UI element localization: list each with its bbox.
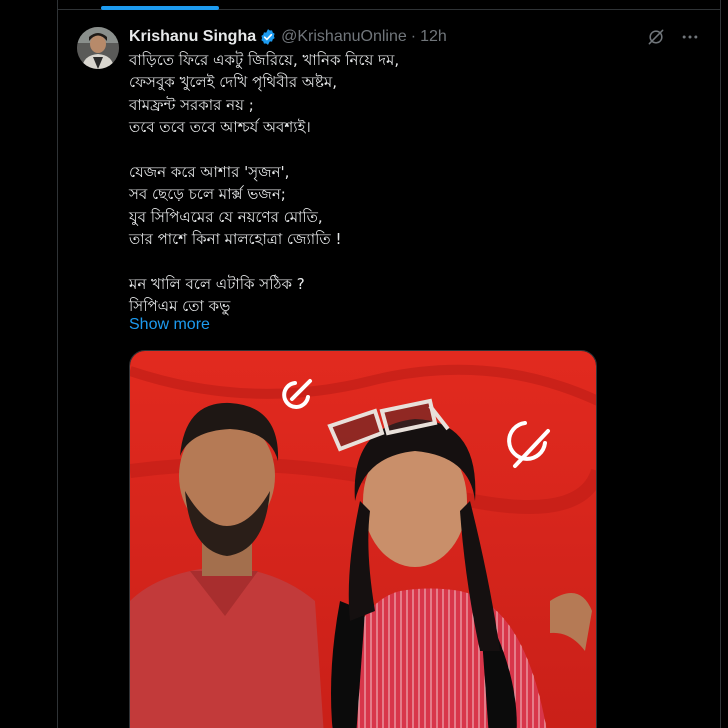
author-handle[interactable]: @KrishanuOnline [281,28,407,46]
tweet-text-line: সব ছেড়ে চলে মার্ক্স ভজন; [129,185,286,204]
tweet-actions [646,27,700,47]
grok-icon[interactable] [646,27,666,47]
timeline-column: Krishanu Singha @KrishanuOnline · 12h বা… [57,0,721,728]
tweet-text-line: বামফ্রন্ট সরকার নয় ; [129,95,254,114]
photo-image [130,351,596,728]
tweet-text-line: যেজন করে আশার 'সৃজন', [129,162,290,181]
tweet-text-line: মন খালি বলে এটাকি সঠিক ? [129,274,305,293]
show-more-link[interactable]: Show more [129,314,210,336]
avatar-image [77,27,119,69]
tweet-photo[interactable] [129,350,597,728]
active-tab-indicator [101,6,219,10]
tweet-text-line: বাড়িতে ফিরে একটু জিরিয়ে, খানিক নিয়ে দ… [129,51,400,69]
timestamp[interactable]: 12h [420,28,447,46]
tweet-text: বাড়িতে ফিরে একটু জিরিয়ে, খানিক নিয়ে দ… [129,49,589,318]
verified-badge-icon [259,28,277,46]
tweet-text-line: যুব সিপিএমের যে নয়ণের মোতি, [129,207,323,226]
author-name[interactable]: Krishanu Singha [129,28,256,46]
tweet-text-line: তার পাশে কিনা মালহোত্রা জ্যোতি ! [129,230,342,249]
app-frame: Krishanu Singha @KrishanuOnline · 12h বা… [0,0,728,728]
separator-dot: · [410,28,417,45]
tweet-text-line: ফেসবুক খুলেই দেখি পৃথিবীর অষ্টম, [129,73,337,92]
tweet-text-line: তবে তবে তবে আশ্চর্য অবশ্যই। [129,118,311,137]
avatar[interactable] [77,27,119,69]
tweet-header: Krishanu Singha @KrishanuOnline · 12h [129,26,447,48]
more-icon[interactable] [680,27,700,47]
